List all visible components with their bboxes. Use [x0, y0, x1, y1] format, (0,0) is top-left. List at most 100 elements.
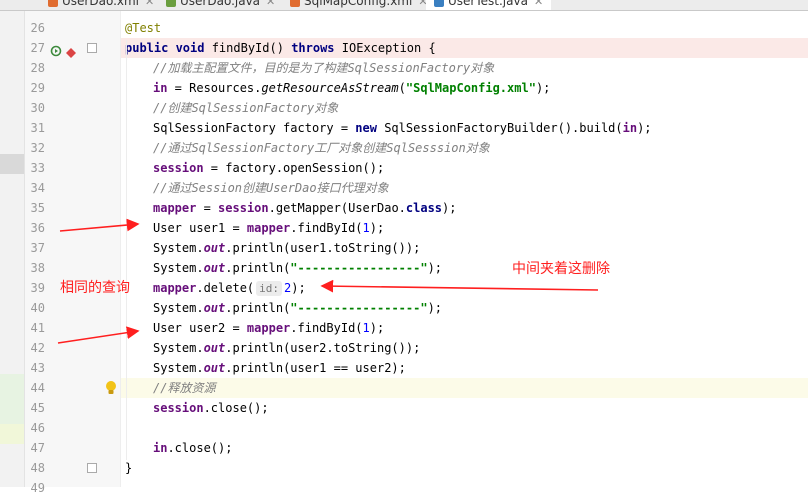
code-text: //通过Session创建UserDao接口代理对象: [153, 178, 389, 198]
code-text: SqlSessionFactory factory = new SqlSessi…: [153, 118, 652, 138]
code-token: .println(user1 == user2);: [225, 361, 406, 375]
code-token: in: [622, 121, 638, 135]
code-line[interactable]: [0, 438, 808, 458]
code-line[interactable]: [0, 18, 808, 38]
line-number: 46: [30, 421, 45, 435]
line-number: 49: [30, 481, 45, 495]
line-number: 45: [30, 401, 45, 415]
code-token: 1: [362, 221, 370, 235]
code-line[interactable]: [0, 218, 808, 238]
code-token: out: [203, 261, 226, 275]
indent-guide: [126, 40, 127, 460]
code-token: mapper: [153, 201, 197, 215]
code-line[interactable]: [121, 378, 808, 398]
code-text: }: [125, 458, 132, 478]
code-text: System.out.println("-----------------");: [153, 258, 442, 278]
code-token: );: [427, 301, 443, 315]
line-number: 38: [30, 261, 45, 275]
code-text: @Test: [125, 18, 161, 38]
line-number: 31: [30, 121, 45, 135]
code-token: out: [203, 361, 226, 375]
code-text: User user1 = mapper.findById(1);: [153, 218, 384, 238]
line-number: 35: [30, 201, 45, 215]
code-token: System.: [153, 301, 204, 315]
line-number: 40: [30, 301, 45, 315]
code-line[interactable]: [0, 458, 808, 478]
code-text: System.out.println(user1.toString());: [153, 238, 420, 258]
code-token: System.: [153, 241, 204, 255]
code-token: //通过SqlSessionFactory工厂对象创建SqlSesssion对象: [153, 141, 490, 155]
fold-end-icon[interactable]: [87, 463, 97, 473]
code-token: 1: [362, 321, 370, 335]
code-token: //通过Session创建UserDao接口代理对象: [153, 181, 389, 195]
code-token: User user1 =: [153, 221, 247, 235]
code-line[interactable]: [0, 478, 808, 498]
code-token: User user2 =: [153, 321, 247, 335]
line-number: 27: [30, 41, 45, 55]
line-number: 36: [30, 221, 45, 235]
code-token: getResourceAsStream: [261, 81, 399, 95]
code-text: in = Resources.getResourceAsStream("SqlM…: [153, 78, 550, 98]
code-token: out: [203, 341, 226, 355]
code-token: session: [153, 161, 204, 175]
code-line[interactable]: [0, 98, 808, 118]
code-token: );: [442, 201, 457, 215]
code-token: );: [369, 321, 385, 335]
code-token: new: [355, 121, 385, 135]
line-number: 28: [30, 61, 45, 75]
code-token: in: [153, 81, 168, 95]
code-token: @Test: [125, 21, 162, 35]
code-token: "-----------------": [290, 261, 428, 275]
code-token: mapper: [153, 281, 197, 295]
code-token: System.: [153, 341, 204, 355]
code-text: User user2 = mapper.findById(1);: [153, 318, 384, 338]
code-token: .println(user1.toString());: [225, 241, 421, 255]
code-token: .findById(: [290, 321, 363, 335]
code-token: SqlSessionFactory factory =: [153, 121, 356, 135]
code-line[interactable]: [0, 418, 808, 438]
code-line[interactable]: [0, 398, 808, 418]
code-token: );: [369, 221, 385, 235]
code-token: "SqlMapConfig.xml": [405, 81, 536, 95]
run-test-icon[interactable]: [50, 42, 62, 57]
fold-toggle-icon[interactable]: [87, 43, 97, 53]
code-token: session: [153, 401, 204, 415]
code-token: "-----------------": [290, 301, 428, 315]
lightbulb-icon[interactable]: [104, 380, 118, 396]
code-token: .getMapper(UserDao.: [268, 201, 406, 215]
code-token: =: [196, 201, 219, 215]
code-token: mapper: [246, 321, 291, 335]
code-text: System.out.println("-----------------");: [153, 298, 442, 318]
code-token: throws: [291, 41, 342, 55]
line-number: 42: [30, 341, 45, 355]
code-token: //创建SqlSessionFactory对象: [153, 101, 339, 115]
code-token: );: [637, 121, 652, 135]
code-token: = factory.openSession();: [203, 161, 385, 175]
line-number: 32: [30, 141, 45, 155]
parameter-hint: id:: [256, 281, 283, 296]
code-editor[interactable]: 26 @Test 27 public void findById() throws I…: [0, 0, 808, 495]
code-token: .println(: [225, 301, 291, 315]
code-line[interactable]: [0, 178, 808, 198]
code-token: }: [125, 461, 133, 475]
line-number: 39: [30, 281, 45, 295]
breakpoint-icon[interactable]: [66, 43, 76, 58]
code-text: session.close();: [153, 398, 269, 418]
code-token: //释放资源: [153, 381, 216, 395]
code-token: .close();: [167, 441, 233, 455]
code-token: SqlSessionFactoryBuilder().build(: [384, 121, 623, 135]
code-text: mapper = session.getMapper(UserDao.class…: [153, 198, 456, 218]
code-text: session = factory.openSession();: [153, 158, 384, 178]
annotation-delete-between: 中间夹着这删除: [512, 261, 610, 277]
code-token: public void: [125, 41, 212, 55]
line-number: 43: [30, 361, 45, 375]
line-number: 26: [30, 21, 45, 35]
code-token: class: [405, 201, 443, 215]
code-text: //创建SqlSessionFactory对象: [153, 98, 338, 118]
code-token: System.: [153, 361, 204, 375]
code-line[interactable]: [0, 158, 808, 178]
line-number: 30: [30, 101, 45, 115]
code-token: .delete(: [196, 281, 255, 295]
code-token: = Resources.: [167, 81, 262, 95]
code-line[interactable]: [0, 318, 808, 338]
